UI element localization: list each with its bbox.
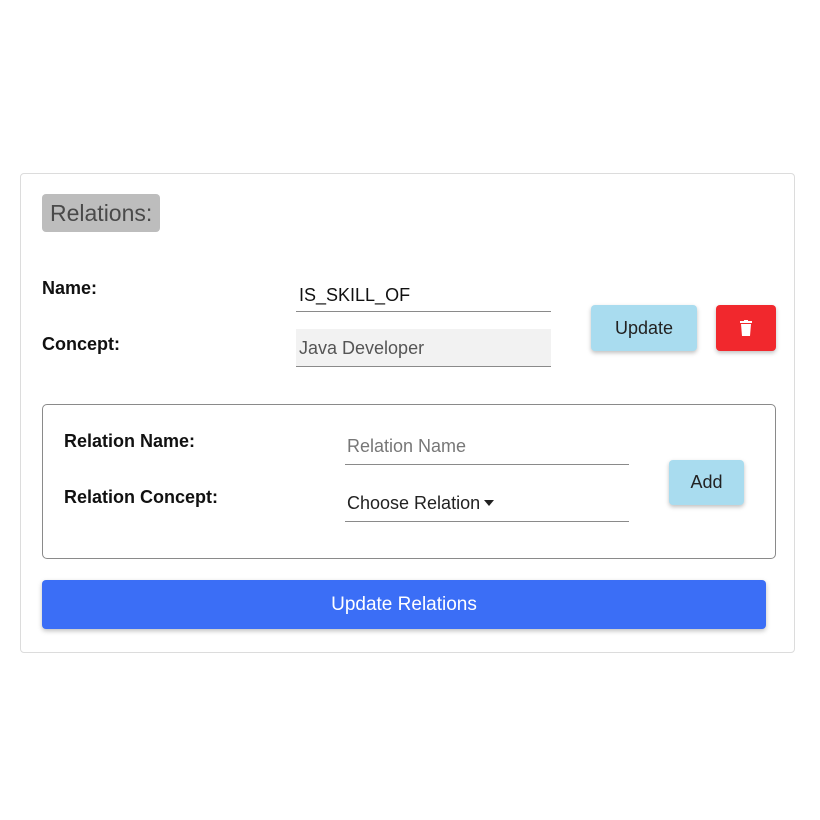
update-button[interactable]: Update: [591, 305, 697, 351]
concept-label: Concept:: [42, 334, 120, 354]
new-relation-panel: Relation Name: Relation Concept: Choose …: [42, 404, 776, 559]
delete-button[interactable]: [716, 305, 776, 351]
caret-down-icon: [484, 499, 495, 506]
relation-concept-label: Relation Concept:: [64, 487, 219, 507]
add-button[interactable]: Add: [669, 460, 744, 505]
relation-name-input[interactable]: [345, 429, 629, 465]
concept-field: Java Developer: [296, 329, 551, 367]
relation-concept-dropdown[interactable]: Choose Relation: [345, 485, 629, 522]
relation-name-label: Relation Name:: [64, 431, 196, 451]
relation-concept-selected: Choose Relation: [347, 493, 481, 513]
relations-card: Relations: Name: IS_SKILL_OF Concept: Ja…: [20, 173, 795, 653]
update-relations-button[interactable]: Update Relations: [42, 580, 766, 629]
name-label: Name:: [42, 278, 98, 298]
name-field[interactable]: IS_SKILL_OF: [296, 278, 551, 312]
section-title: Relations:: [42, 194, 161, 232]
trash-icon: [740, 320, 752, 336]
